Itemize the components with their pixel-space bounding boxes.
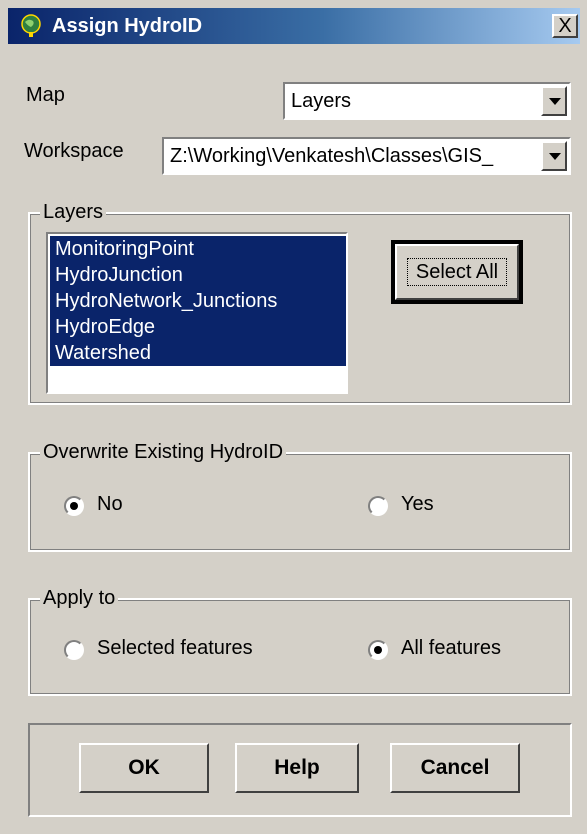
- overwrite-group-title: Overwrite Existing HydroID: [40, 441, 287, 464]
- close-icon: X: [558, 15, 572, 37]
- radio-button-checked[interactable]: [368, 640, 388, 660]
- globe-icon: [21, 14, 41, 37]
- workspace-selected-value: Z:\Working\Venkatesh\Classes\GIS_: [170, 145, 494, 167]
- workspace-label: Workspace: [24, 140, 124, 162]
- workspace-dropdown[interactable]: Z:\Working\Venkatesh\Classes\GIS_: [162, 137, 571, 175]
- radio-button[interactable]: [64, 640, 84, 660]
- title-bar[interactable]: Assign HydroID X: [8, 8, 580, 44]
- layers-group-title: Layers: [40, 201, 107, 224]
- apply-to-group-title: Apply to: [40, 587, 119, 610]
- select-all-label: Select All: [407, 258, 507, 286]
- apply-all-label: All features: [401, 637, 502, 659]
- list-item[interactable]: Watershed: [50, 340, 346, 366]
- apply-selected-radio[interactable]: Selected features: [64, 637, 304, 663]
- apply-selected-label: Selected features: [97, 637, 253, 659]
- list-item[interactable]: HydroEdge: [50, 314, 346, 340]
- map-label: Map: [26, 84, 65, 106]
- overwrite-yes-label: Yes: [401, 493, 434, 515]
- overwrite-yes-radio[interactable]: Yes: [368, 493, 508, 519]
- window-title: Assign HydroID: [52, 15, 203, 37]
- overwrite-no-radio[interactable]: No: [64, 493, 204, 519]
- list-item[interactable]: MonitoringPoint: [50, 236, 346, 262]
- cancel-button[interactable]: Cancel: [390, 743, 520, 793]
- close-button[interactable]: X: [552, 14, 578, 38]
- ok-button[interactable]: OK: [79, 743, 209, 793]
- help-button[interactable]: Help: [235, 743, 359, 793]
- radio-button-checked[interactable]: [64, 496, 84, 516]
- radio-button[interactable]: [368, 496, 388, 516]
- list-item[interactable]: HydroNetwork_Junctions: [50, 288, 346, 314]
- overwrite-no-label: No: [97, 493, 123, 515]
- assign-hydroid-dialog: Assign HydroID X Map Layers Workspace Z:…: [0, 0, 587, 834]
- map-selected-value: Layers: [291, 90, 352, 112]
- list-item[interactable]: HydroJunction: [50, 262, 346, 288]
- map-dropdown[interactable]: Layers: [283, 82, 571, 120]
- select-all-button[interactable]: Select All: [391, 240, 523, 304]
- chevron-down-icon[interactable]: [541, 141, 567, 171]
- chevron-down-icon[interactable]: [541, 86, 567, 116]
- layers-listbox[interactable]: MonitoringPoint HydroJunction HydroNetwo…: [46, 232, 348, 394]
- apply-all-radio[interactable]: All features: [368, 637, 548, 663]
